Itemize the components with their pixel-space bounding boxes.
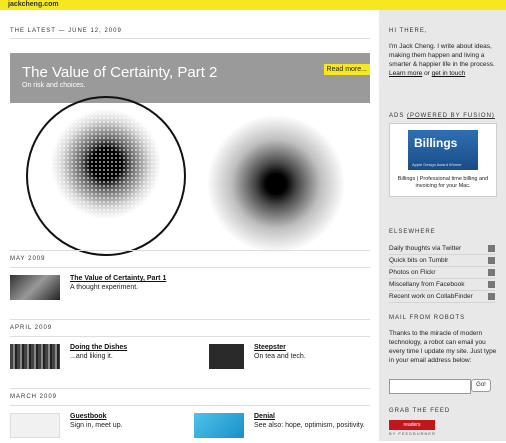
ad-caption[interactable]: Billings | Professional time billing and… (395, 176, 491, 190)
item-title[interactable]: The Value of Certainty, Part 1 (70, 275, 190, 282)
feature-subtitle: On risk and choices. (22, 82, 86, 89)
flickr-icon (488, 269, 495, 276)
tumblr-icon (488, 257, 495, 264)
item-desc: On tea and tech. (254, 353, 306, 360)
item-desc: ...and liking it. (70, 353, 113, 360)
feature-post[interactable]: The Value of Certainty, Part 2 On risk a… (10, 48, 370, 256)
section-label-march: MARCH 2009 (10, 394, 58, 400)
billings-ad-image[interactable]: Billings Apple Design Award Winner (408, 130, 478, 170)
item-title[interactable]: Doing the Dishes (70, 344, 190, 351)
elsewhere-item-facebook[interactable]: Miscellany from Facebook (389, 279, 495, 291)
email-input[interactable] (389, 379, 471, 394)
ad-award: Apple Design Award Winner (412, 162, 462, 167)
item-title[interactable]: Guestbook (70, 413, 190, 420)
or-text: or (424, 70, 430, 77)
item-title[interactable]: Steepster (254, 344, 374, 351)
read-more-button[interactable]: Read more... (323, 64, 370, 75)
sidebar: HI THERE, I'm Jack Cheng. I write about … (379, 10, 506, 441)
divider (10, 250, 370, 251)
item-desc: Sign in, meet up. (70, 422, 123, 429)
elsewhere-label: ELSEWHERE (389, 229, 436, 235)
feed-label: GRAB THE FEED (389, 408, 451, 414)
divider (10, 388, 370, 389)
collabfinder-icon (488, 293, 495, 300)
ads-label: ADS (POWERED BY FUSION) (389, 113, 495, 119)
thumbnail (10, 413, 60, 438)
elsewhere-item-twitter[interactable]: Daily thoughts via Twitter (389, 243, 495, 255)
list-item[interactable]: Doing the Dishes ...and liking it. (10, 344, 190, 374)
divider (10, 38, 370, 39)
mail-label: MAIL FROM ROBOTS (389, 315, 466, 321)
item-title[interactable]: Denial (254, 413, 374, 420)
list-item[interactable]: Steepster On tea and tech. (194, 344, 370, 374)
list-item[interactable]: The Value of Certainty, Part 1 A thought… (10, 275, 210, 305)
divider (10, 319, 370, 320)
blurred-dot-image (206, 114, 346, 254)
twitter-icon (488, 245, 495, 252)
feedburner-badge[interactable]: readers (389, 420, 435, 430)
site-link[interactable]: jackcheng.com (8, 0, 59, 10)
item-desc: See also: hope, optimism, positivity. (254, 422, 365, 429)
facebook-icon (488, 281, 495, 288)
list-item[interactable]: Denial See also: hope, optimism, positiv… (194, 413, 370, 443)
go-button[interactable]: Go! (471, 379, 491, 392)
ad-unit[interactable]: Billings Apple Design Award Winner Billi… (389, 123, 497, 197)
top-bar: jackcheng.com (0, 0, 506, 10)
circle-outline (26, 96, 186, 256)
feedburner-credit: BY FEEDBURNER (389, 431, 436, 436)
elsewhere-item-collabfinder[interactable]: Recent work on CollabFinder (389, 291, 495, 303)
section-label-may: MAY 2009 (10, 256, 46, 262)
hi-label: HI THERE, (389, 28, 428, 34)
ad-name: Billings (414, 136, 458, 150)
item-desc: A thought experiment. (70, 284, 139, 291)
elsewhere-list: Daily thoughts via Twitter Quick bits on… (389, 243, 495, 303)
thumbnail (10, 275, 60, 300)
divider (10, 267, 370, 268)
thumbnail (10, 344, 60, 369)
learn-more-link[interactable]: Learn more (389, 70, 422, 77)
elsewhere-item-tumblr[interactable]: Quick bits on Tumblr (389, 255, 495, 267)
divider (10, 405, 370, 406)
feature-title[interactable]: The Value of Certainty, Part 2 (22, 64, 217, 81)
get-in-touch-link[interactable]: get in touch (432, 70, 466, 77)
mail-text: Thanks to the miracle of modern technolo… (389, 330, 497, 364)
intro-body: I'm Jack Cheng. I write about ideas, mak… (389, 43, 495, 68)
thumbnail (194, 413, 244, 438)
intro-text: I'm Jack Cheng. I write about ideas, mak… (389, 42, 501, 78)
elsewhere-item-flickr[interactable]: Photos on Flickr (389, 267, 495, 279)
list-item[interactable]: Guestbook Sign in, meet up. (10, 413, 190, 443)
thumbnail (194, 344, 244, 369)
section-label-april: APRIL 2009 (10, 325, 53, 331)
divider (10, 336, 370, 337)
latest-label: THE LATEST — JUNE 12, 2009 (10, 28, 122, 34)
fusion-link[interactable]: (POWERED BY FUSION) (407, 113, 495, 119)
